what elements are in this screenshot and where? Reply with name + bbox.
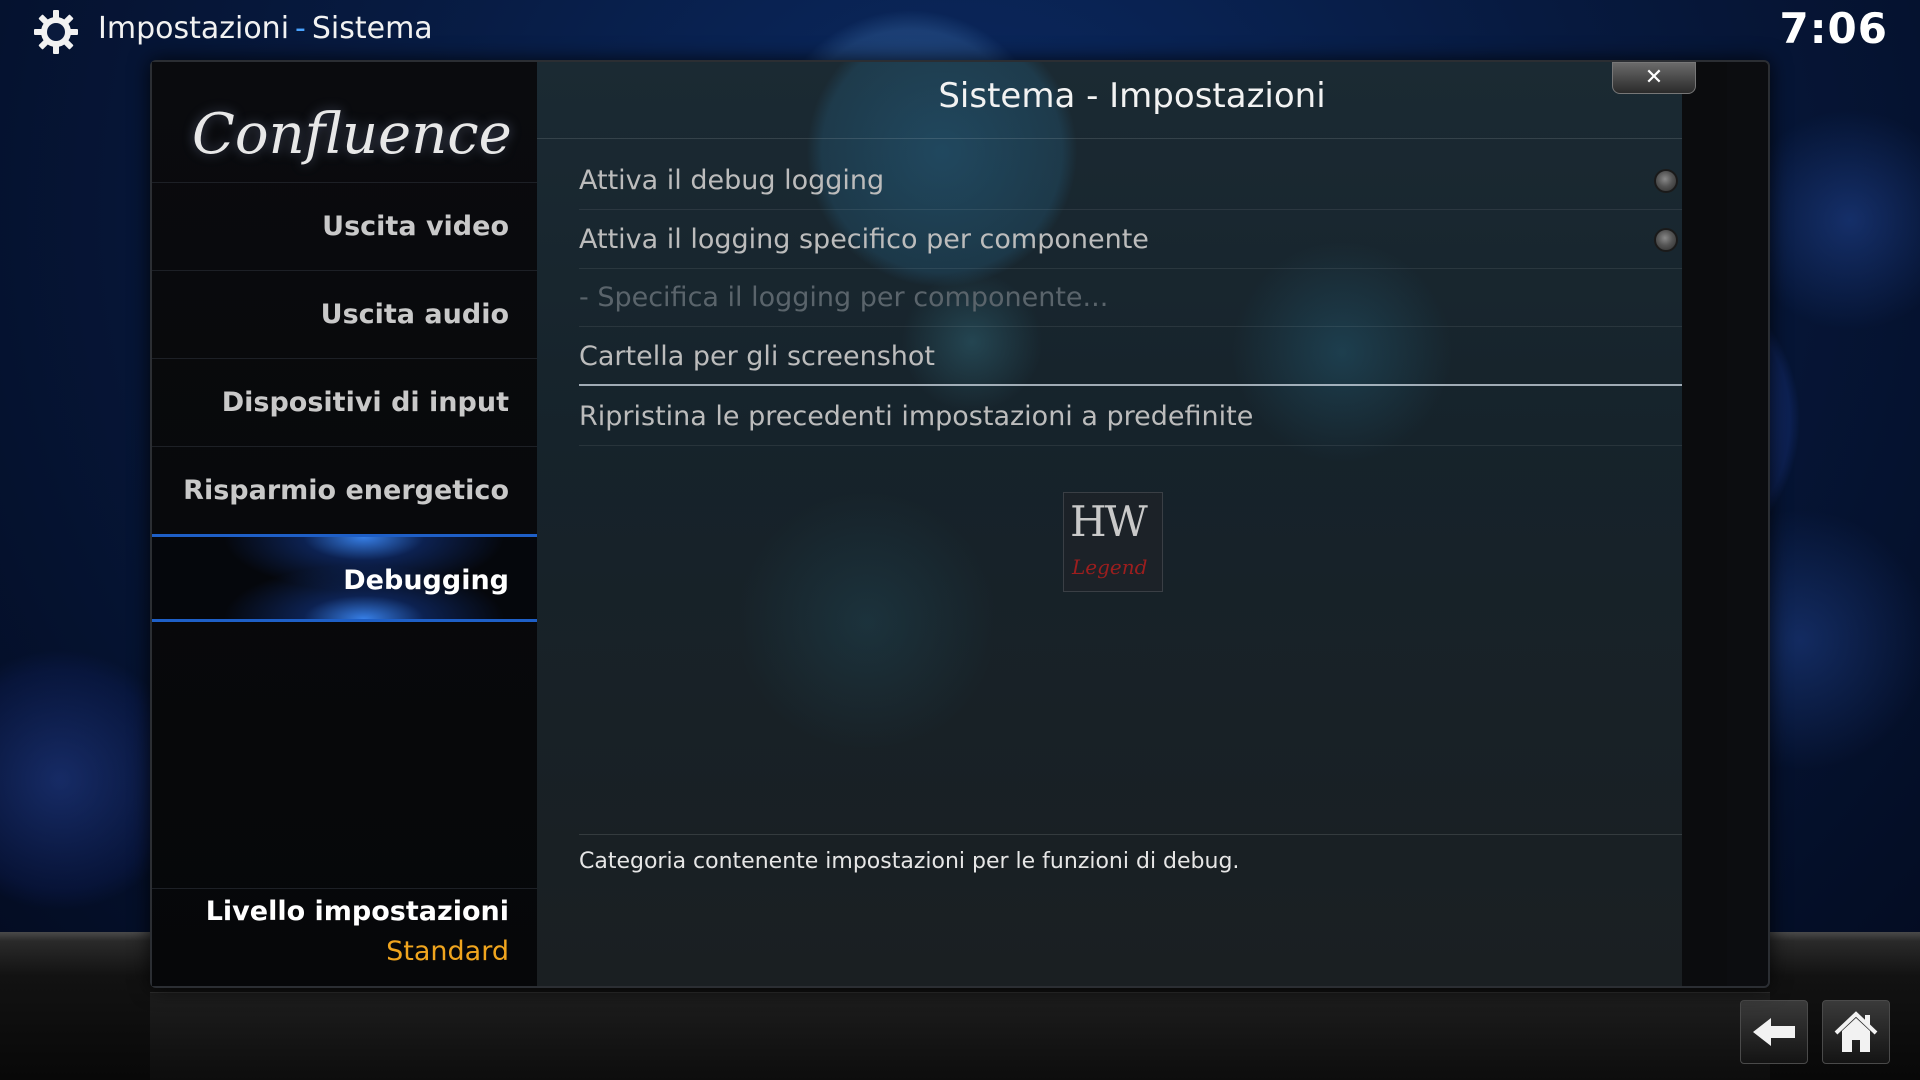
sidebar-item-risparmio-energetico[interactable]: Risparmio energetico xyxy=(152,446,537,534)
back-arrow-icon xyxy=(1753,1018,1795,1046)
confluence-logo: Confluence xyxy=(192,102,512,167)
category-sidebar: Confluence Uscita video Uscita audio Dis… xyxy=(152,62,537,986)
watermark-top-text: HW xyxy=(1070,497,1148,546)
sidebar-item-uscita-video[interactable]: Uscita video xyxy=(152,182,537,270)
breadcrumb: Impostazioni - Sistema xyxy=(98,11,433,46)
toggle-radio-icon[interactable] xyxy=(1654,169,1678,193)
setting-label: Ripristina le precedenti impostazioni a … xyxy=(579,401,1254,432)
hw-legend-watermark: HW Legend xyxy=(1063,492,1163,592)
setting-debug-logging[interactable]: Attiva il debug logging xyxy=(579,152,1684,210)
category-description: Categoria contenente impostazioni per le… xyxy=(579,849,1240,874)
settings-dialog: Confluence Uscita video Uscita audio Dis… xyxy=(150,60,1770,988)
setting-label: - Specifica il logging per componente... xyxy=(579,282,1109,313)
breadcrumb-section: Impostazioni xyxy=(98,11,290,46)
clock: 7:06 xyxy=(1779,4,1888,53)
top-bar: Impostazioni - Sistema 7:06 xyxy=(0,0,1920,60)
bottom-bar-panel xyxy=(150,992,1770,1080)
toggle-radio-icon[interactable] xyxy=(1654,228,1678,252)
settings-level-value[interactable]: Standard xyxy=(386,936,509,967)
breadcrumb-separator: - xyxy=(295,11,306,46)
setting-label: Cartella per gli screenshot xyxy=(579,341,936,372)
sidebar-item-dispositivi-input[interactable]: Dispositivi di input xyxy=(152,358,537,446)
home-button[interactable] xyxy=(1822,1000,1890,1064)
setting-screenshot-folder[interactable]: Cartella per gli screenshot xyxy=(579,328,1684,386)
right-edge-strip xyxy=(1682,62,1727,986)
setting-label: Attiva il debug logging xyxy=(579,165,885,196)
setting-specify-component-logging: - Specifica il logging per componente... xyxy=(579,269,1684,327)
close-button[interactable]: ✕ xyxy=(1612,62,1696,94)
setting-component-logging[interactable]: Attiva il logging specifico per componen… xyxy=(579,211,1684,269)
back-button[interactable] xyxy=(1740,1000,1808,1064)
breadcrumb-page: Sistema xyxy=(311,11,433,46)
description-divider xyxy=(579,834,1684,835)
settings-content: Sistema - Impostazioni Attiva il debug l… xyxy=(537,62,1727,986)
setting-label: Attiva il logging specifico per componen… xyxy=(579,224,1149,255)
home-icon xyxy=(1834,1011,1878,1052)
title-divider xyxy=(537,138,1687,139)
sidebar-item-uscita-audio[interactable]: Uscita audio xyxy=(152,270,537,358)
sidebar-item-debugging[interactable]: Debugging xyxy=(152,534,537,622)
watermark-bottom-text: Legend xyxy=(1072,555,1148,579)
level-divider xyxy=(152,888,537,889)
settings-level-label[interactable]: Livello impostazioni xyxy=(206,896,509,927)
dialog-title: Sistema - Impostazioni xyxy=(938,76,1326,116)
gear-icon xyxy=(34,10,78,54)
setting-reset-defaults[interactable]: Ripristina le precedenti impostazioni a … xyxy=(579,388,1684,446)
